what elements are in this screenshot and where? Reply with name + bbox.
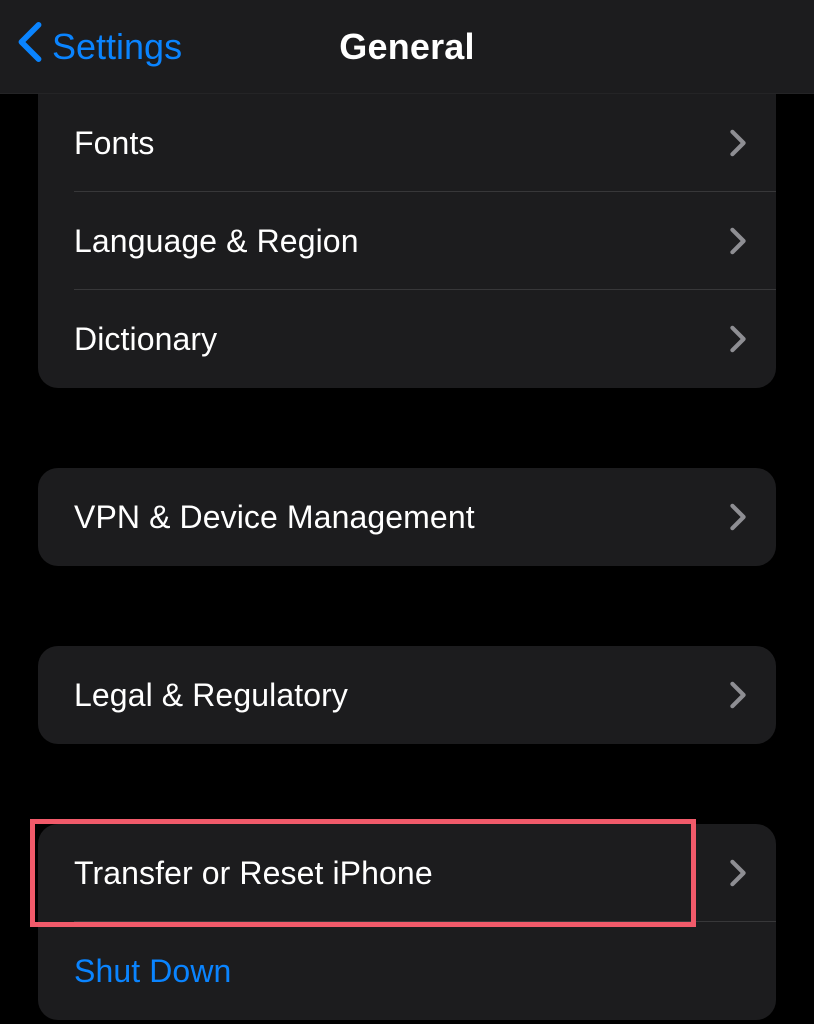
settings-group-4: Transfer or Reset iPhone Shut Down [38, 824, 776, 1020]
row-legal-regulatory[interactable]: Legal & Regulatory [38, 646, 776, 744]
row-label: Fonts [74, 125, 155, 162]
page-title: General [339, 26, 474, 68]
chevron-right-icon [728, 227, 748, 255]
row-label: Legal & Regulatory [74, 677, 348, 714]
row-label: Dictionary [74, 321, 217, 358]
row-fonts[interactable]: Fonts [38, 94, 776, 192]
settings-group-1: Fonts Language & Region Dictionary [38, 94, 776, 388]
back-label: Settings [52, 26, 182, 68]
chevron-right-icon [728, 129, 748, 157]
row-label: Shut Down [74, 953, 231, 990]
back-button[interactable]: Settings [14, 0, 182, 93]
settings-group-2: VPN & Device Management [38, 468, 776, 566]
chevron-right-icon [728, 681, 748, 709]
row-transfer-or-reset[interactable]: Transfer or Reset iPhone [38, 824, 776, 922]
nav-header: Settings General [0, 0, 814, 94]
row-language-region[interactable]: Language & Region [38, 192, 776, 290]
row-vpn-device-management[interactable]: VPN & Device Management [38, 468, 776, 566]
row-dictionary[interactable]: Dictionary [38, 290, 776, 388]
chevron-right-icon [728, 503, 748, 531]
row-shut-down[interactable]: Shut Down [38, 922, 776, 1020]
chevron-right-icon [728, 859, 748, 887]
row-label: Language & Region [74, 223, 359, 260]
settings-group-3: Legal & Regulatory [38, 646, 776, 744]
chevron-left-icon [14, 22, 46, 71]
settings-content: Fonts Language & Region Dictionary VPN &… [0, 94, 814, 1024]
row-label: Transfer or Reset iPhone [74, 855, 433, 892]
chevron-right-icon [728, 325, 748, 353]
row-label: VPN & Device Management [74, 499, 475, 536]
